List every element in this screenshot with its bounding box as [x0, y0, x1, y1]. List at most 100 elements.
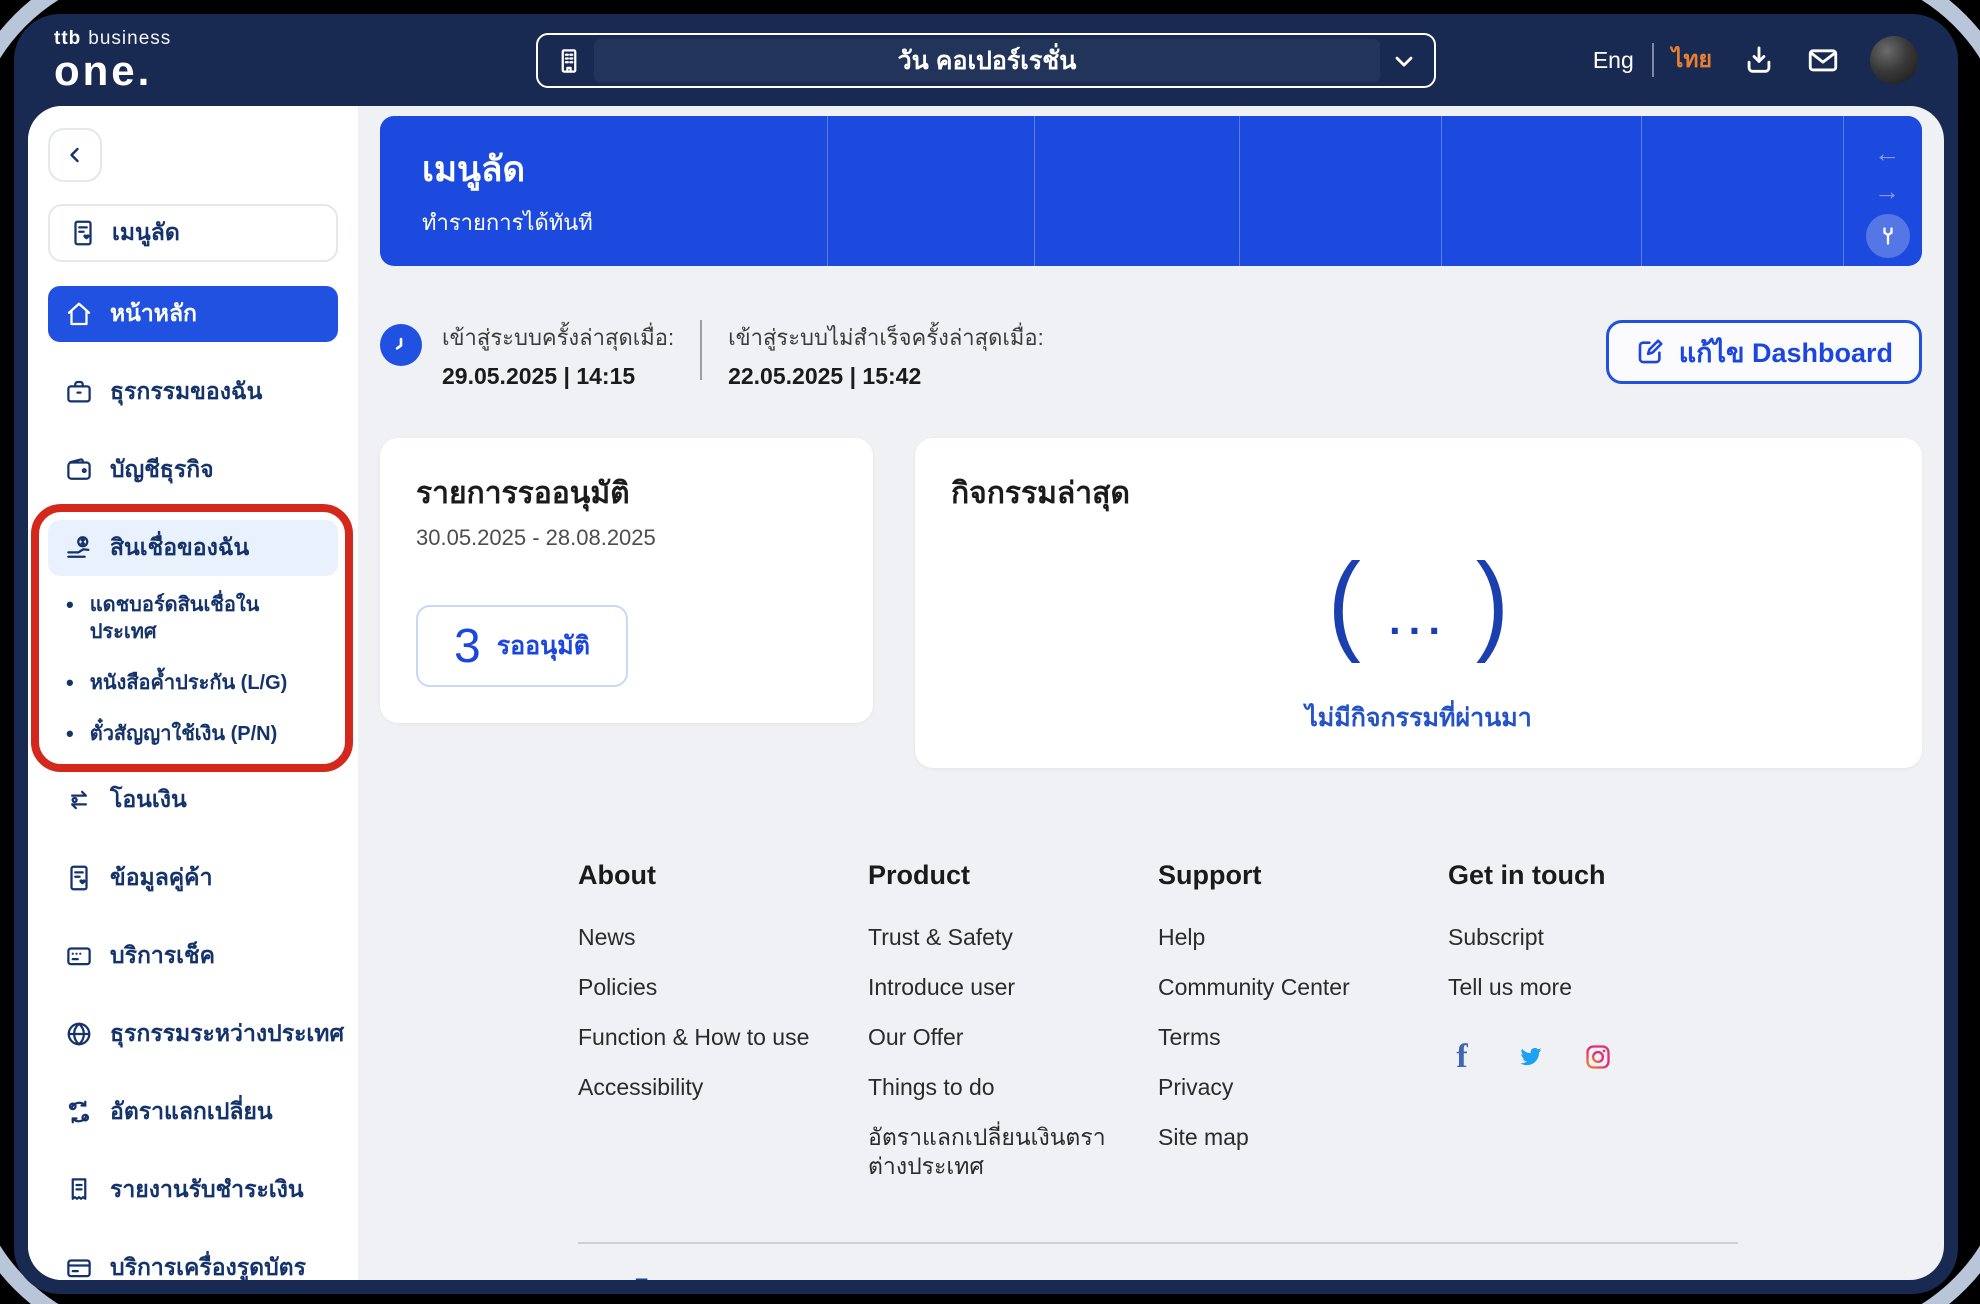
paren-open: (	[1328, 541, 1362, 664]
sidebar-item-international-transactions[interactable]: ธุรกรรมระหว่างประเทศ	[48, 1006, 344, 1062]
bullet-icon: •	[66, 721, 74, 746]
banner-slot-divider	[827, 116, 829, 266]
loan-submenu: • แดชบอร์ดสินเชื่อในประเทศ • หนังสือค้ำป…	[48, 592, 338, 748]
edit-dashboard-label: แก้ไข Dashboard	[1678, 337, 1893, 368]
brand-ttb: ttb	[54, 27, 82, 49]
submenu-item-label: ตั๋วสัญญาใช้เงิน (P/N)	[89, 723, 278, 745]
sidebar-item-label: ธุรกรรมระหว่างประเทศ	[110, 1020, 345, 1046]
logo-letter-b: b	[630, 1264, 681, 1280]
download-icon[interactable]	[1742, 43, 1776, 77]
recent-activity-card: กิจกรรมล่าสุด ( ... ) ไม่มีกิจกรรมที่ผ่า…	[915, 438, 1922, 768]
banner-scroll-right-arrow[interactable]: →	[1874, 178, 1900, 204]
sidebar-item-cheque-services[interactable]: บริการเช็ค	[48, 928, 338, 984]
sidebar-item-label: บริการเช็ค	[110, 942, 216, 968]
footer-link-policies[interactable]: Policies	[578, 973, 838, 1003]
sidebar-item-card-machine-services[interactable]: บริการเครื่องรูดบัตร	[48, 1240, 338, 1280]
edit-dashboard-button[interactable]: แก้ไข Dashboard	[1605, 320, 1922, 384]
edit-pencil-icon	[1635, 337, 1665, 367]
last-login-value: 29.05.2025 | 14:15	[442, 363, 636, 389]
language-eng[interactable]: Eng	[1593, 47, 1634, 74]
footer-link-tell-us-more[interactable]: Tell us more	[1448, 973, 1708, 1003]
cheque-card-icon	[64, 941, 94, 971]
loan-hand-coin-icon	[64, 533, 94, 563]
document-heart-icon	[64, 863, 94, 893]
banner-slot-divider	[1843, 116, 1845, 266]
paren-close: )	[1475, 541, 1509, 664]
footer-bottom: ttb ทีเอ็มบีธนชาต TMBThanachart © สงวนลิ…	[578, 1269, 1738, 1280]
footer-link-help[interactable]: Help	[1158, 923, 1418, 953]
sidebar-item-home[interactable]: หน้าหลัก	[48, 286, 338, 342]
logo-letter-t1: t	[578, 1264, 606, 1280]
submenu-item-domestic-loan-dashboard[interactable]: • แดชบอร์ดสินเชื่อในประเทศ	[66, 592, 338, 646]
footer-link-community-center[interactable]: Community Center	[1158, 973, 1418, 1003]
pending-approvals-date-range: 30.05.2025 - 28.08.2025	[416, 525, 656, 550]
sidebar-item-partner-info[interactable]: ข้อมูลคู่ค้า	[48, 850, 338, 906]
wallet-icon	[64, 455, 94, 485]
language-divider	[1651, 43, 1654, 77]
footer-heading: About	[578, 860, 656, 890]
bullet-icon: •	[66, 670, 74, 695]
sidebar-collapse-button[interactable]	[48, 128, 102, 182]
facebook-icon[interactable]: f	[1448, 1039, 1476, 1073]
footer-heading: Product	[868, 860, 971, 890]
brand-business: business	[88, 27, 172, 49]
sidebar-shortcut-menu-button[interactable]: เมนูลัด	[48, 204, 338, 262]
user-avatar[interactable]	[1870, 36, 1918, 84]
sidebar-item-label: รายงานรับชำระเงิน	[110, 1176, 304, 1202]
transfer-arrows-icon	[64, 785, 94, 815]
twitter-icon[interactable]	[1516, 1043, 1544, 1071]
briefcase-icon	[64, 377, 94, 407]
sidebar-item-my-loans[interactable]: สินเชื่อของฉัน	[48, 520, 338, 576]
sidebar-item-label: โอนเงิน	[110, 786, 187, 812]
sidebar-item-my-transactions[interactable]: ธุรกรรมของฉัน	[48, 364, 338, 420]
currency-exchange-icon	[64, 1097, 94, 1127]
footer-link-site-map[interactable]: Site map	[1158, 1123, 1418, 1153]
chevron-down-icon	[1390, 47, 1418, 75]
footer-link-accessibility[interactable]: Accessibility	[578, 1073, 838, 1103]
company-selector-value-area: วัน คอเปอร์เรชั่น	[594, 39, 1380, 82]
banner-slot-divider	[1440, 116, 1442, 266]
banner-scroll-left-arrow[interactable]: ←	[1874, 140, 1900, 166]
mail-icon[interactable]	[1806, 43, 1840, 77]
pending-approvals-count-button[interactable]: 3 รออนุมัติ	[416, 605, 628, 687]
footer-link-terms[interactable]: Terms	[1158, 1023, 1418, 1053]
cards-row: รายการรออนุมัติ 30.05.2025 - 28.08.2025 …	[380, 438, 1922, 768]
sidebar-item-business-accounts[interactable]: บัญชีธุรกิจ	[48, 442, 338, 498]
sidebar-item-transfer[interactable]: โอนเงิน	[48, 772, 338, 828]
footer-link-trust-safety[interactable]: Trust & Safety	[868, 923, 1128, 953]
banner-customize-button[interactable]	[1866, 214, 1910, 258]
sidebar-item-payment-report[interactable]: รายงานรับชำระเงิน	[48, 1162, 338, 1218]
pending-count-label: รออนุมัติ	[496, 632, 590, 660]
company-name: วัน คอเปอร์เรชั่น	[897, 46, 1077, 75]
sidebar-item-label: บัญชีธุรกิจ	[110, 456, 214, 482]
sidebar-shortcut-label: เมนูลัด	[112, 219, 180, 245]
footer-link-introduce-user[interactable]: Introduce user	[868, 973, 1128, 1003]
shortcut-banner: เมนูลัด ทำรายการได้ทันที ← →	[380, 116, 1922, 266]
banner-slot-divider	[1238, 116, 1240, 266]
instagram-icon[interactable]	[1584, 1043, 1612, 1071]
company-selector[interactable]: วัน คอเปอร์เรชั่น	[536, 33, 1436, 88]
footer-link-foreign-exchange[interactable]: อัตราแลกเปลี่ยนเงินตราต่างประเทศ	[868, 1123, 1128, 1183]
sidebar-nav: หน้าหลัก ธุรกรรมของฉัน บัญชีธุรกิจ สินเช…	[48, 286, 344, 1280]
ttb-bank-logo: ttb ทีเอ็มบีธนชาต TMBThanachart	[578, 1269, 827, 1280]
footer-link-subscript[interactable]: Subscript	[1448, 923, 1708, 953]
globe-icon	[64, 1019, 94, 1049]
sidebar: เมนูลัด หน้าหลัก ธุรกรรมของฉัน บัญชีธุรก…	[28, 106, 358, 1280]
topbar: ttb business one. วัน คอเปอร์เรชั่น Eng	[14, 14, 1958, 106]
brand-one: one.	[54, 46, 153, 94]
footer-link-function-how-to-use[interactable]: Function & How to use	[578, 1023, 838, 1053]
sidebar-item-label: ข้อมูลคู่ค้า	[110, 864, 213, 890]
submenu-item-promissory-note[interactable]: • ตั๋วสัญญาใช้เงิน (P/N)	[66, 721, 338, 748]
footer-link-things-to-do[interactable]: Things to do	[868, 1073, 1128, 1103]
wrench-icon	[1876, 224, 1900, 248]
language-thai[interactable]: ไทย	[1672, 42, 1712, 78]
submenu-item-letter-of-guarantee[interactable]: • หนังสือค้ำประกัน (L/G)	[66, 670, 338, 697]
recent-activity-empty-text: ไม่มีกิจกรรมที่ผ่านมา	[1305, 704, 1532, 732]
last-failed-login-block: เข้าสู่ระบบไม่สำเร็จครั้งล่าสุดเมื่อ: 22…	[728, 320, 1044, 390]
footer-link-privacy[interactable]: Privacy	[1158, 1073, 1418, 1103]
sidebar-item-exchange-rate[interactable]: อัตราแลกเปลี่ยน	[48, 1084, 338, 1140]
footer-link-news[interactable]: News	[578, 923, 838, 953]
sidebar-item-label: บริการเครื่องรูดบัตร	[110, 1254, 306, 1280]
footer-link-our-offer[interactable]: Our Offer	[868, 1023, 1128, 1053]
screenshot-frame: ttb business one. วัน คอเปอร์เรชั่น Eng	[0, 0, 1980, 1304]
